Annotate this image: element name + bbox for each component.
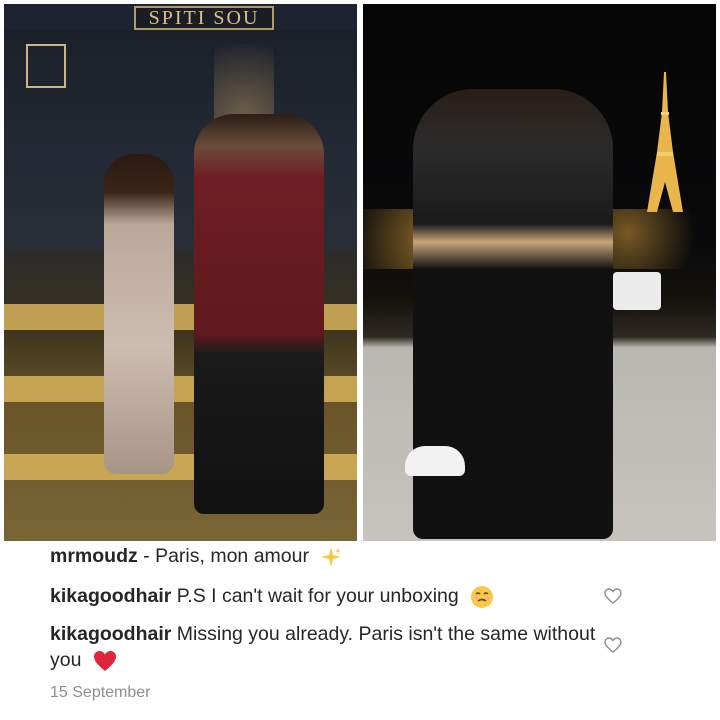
comment-caption: mrmoudz - Paris, mon amour (50, 543, 342, 569)
comment-username[interactable]: kikagoodhair (50, 623, 171, 645)
comment-item: kikagoodhair Missing you already. Paris … (50, 621, 630, 673)
man-figure (194, 114, 324, 514)
post-date: 15 September (50, 684, 151, 701)
like-heart-icon[interactable] (604, 637, 622, 653)
store-logo (26, 44, 66, 88)
comment-text: P.S I can't wait for your unboxing (171, 585, 459, 607)
comment-item: kikagoodhair P.S I can't wait for your u… (50, 583, 494, 609)
photo-couple-street[interactable]: SPITI SOU (4, 4, 357, 541)
sneaker (405, 446, 465, 476)
store-sign: SPITI SOU (134, 6, 274, 30)
relieved-sweat-face-icon (471, 585, 494, 608)
sparkles-icon (321, 546, 342, 567)
red-heart-icon (93, 650, 116, 671)
photo-couple-eiffel[interactable] (363, 4, 716, 541)
comment-text: - Paris, mon amour (137, 545, 309, 567)
comment-username[interactable]: mrmoudz (50, 545, 138, 567)
handbag (613, 272, 661, 310)
like-heart-icon[interactable] (604, 588, 622, 604)
eiffel-tower (647, 72, 683, 212)
photo-collage: SPITI SOU (0, 0, 720, 541)
comment-username[interactable]: kikagoodhair (50, 585, 171, 607)
woman-figure (104, 154, 174, 474)
